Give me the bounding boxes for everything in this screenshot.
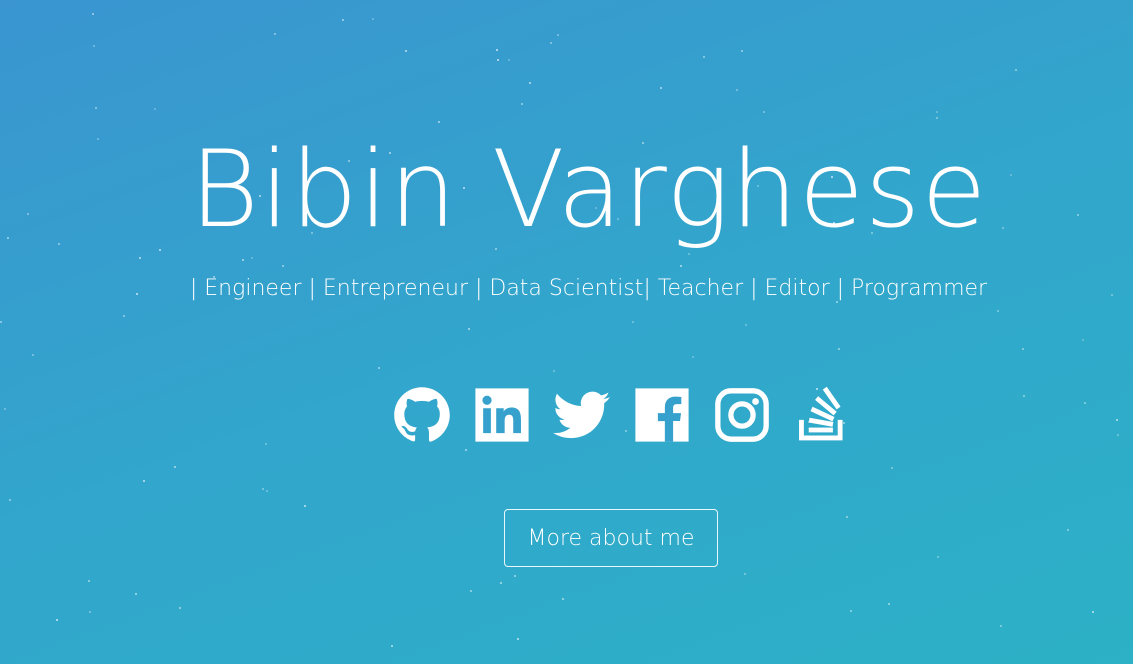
instagram-icon — [715, 388, 769, 442]
linkedin-icon — [475, 388, 529, 442]
github-icon — [394, 387, 450, 442]
hero-section: Bibin Varghese | Engineer | Entrepreneur… — [0, 0, 1133, 664]
stackoverflow-icon — [799, 386, 843, 441]
twitter-icon — [553, 391, 611, 439]
hero-name: Bibin Varghese — [189, 128, 988, 251]
linkedin-link[interactable] — [473, 386, 531, 444]
instagram-link[interactable] — [713, 386, 771, 444]
github-link[interactable] — [393, 386, 451, 444]
facebook-link[interactable] — [633, 386, 691, 444]
social-links — [393, 386, 851, 444]
stackoverflow-link[interactable] — [793, 386, 851, 444]
facebook-icon — [635, 388, 689, 442]
hero-tagline: | Engineer | Entrepreneur | Data Scienti… — [189, 276, 988, 301]
twitter-link[interactable] — [553, 386, 611, 444]
more-about-me-button[interactable]: More about me — [504, 509, 718, 567]
